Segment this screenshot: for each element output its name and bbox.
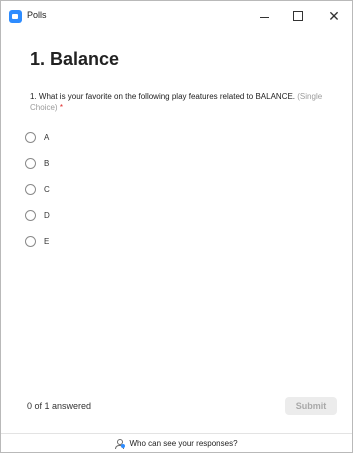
title-bar: Polls ✕ bbox=[1, 1, 352, 31]
radio-button-b[interactable] bbox=[25, 157, 36, 169]
option-c[interactable]: C bbox=[25, 176, 50, 202]
radio-button-e[interactable] bbox=[25, 235, 36, 247]
option-label: C bbox=[44, 184, 50, 194]
radio-button-c[interactable] bbox=[25, 183, 36, 195]
polls-window: Polls ✕ 1. Balance 1. What is your favor… bbox=[0, 0, 353, 453]
close-button[interactable]: ✕ bbox=[319, 3, 349, 29]
minimize-button[interactable] bbox=[249, 3, 279, 29]
question-text: 1. What is your favorite on the followin… bbox=[30, 92, 296, 101]
maximize-button[interactable] bbox=[283, 3, 313, 29]
radio-button-d[interactable] bbox=[25, 209, 36, 221]
option-label: A bbox=[44, 132, 50, 142]
answer-options: A B C D E bbox=[25, 124, 50, 254]
option-a[interactable]: A bbox=[25, 124, 50, 150]
zoom-app-icon bbox=[9, 10, 22, 23]
option-d[interactable]: D bbox=[25, 202, 50, 228]
close-icon: ✕ bbox=[328, 8, 340, 24]
who-can-see-responses-link[interactable]: Who can see your responses? bbox=[129, 439, 237, 448]
option-label: E bbox=[44, 236, 50, 246]
responses-footer: Who can see your responses? bbox=[1, 433, 352, 453]
option-label: B bbox=[44, 158, 50, 168]
required-marker: * bbox=[59, 103, 63, 112]
poll-heading: 1. Balance bbox=[30, 49, 120, 69]
maximize-icon bbox=[293, 11, 303, 21]
question-text-block: 1. What is your favorite on the followin… bbox=[30, 91, 330, 113]
minimize-icon bbox=[259, 16, 269, 18]
option-e[interactable]: E bbox=[25, 228, 50, 254]
answered-status: 0 of 1 answered bbox=[27, 401, 92, 411]
submit-button[interactable]: Submit bbox=[285, 397, 337, 415]
people-icon bbox=[115, 438, 126, 449]
option-b[interactable]: B bbox=[25, 150, 50, 176]
radio-button-a[interactable] bbox=[25, 131, 36, 143]
window-title: Polls bbox=[27, 10, 47, 20]
option-label: D bbox=[44, 210, 50, 220]
